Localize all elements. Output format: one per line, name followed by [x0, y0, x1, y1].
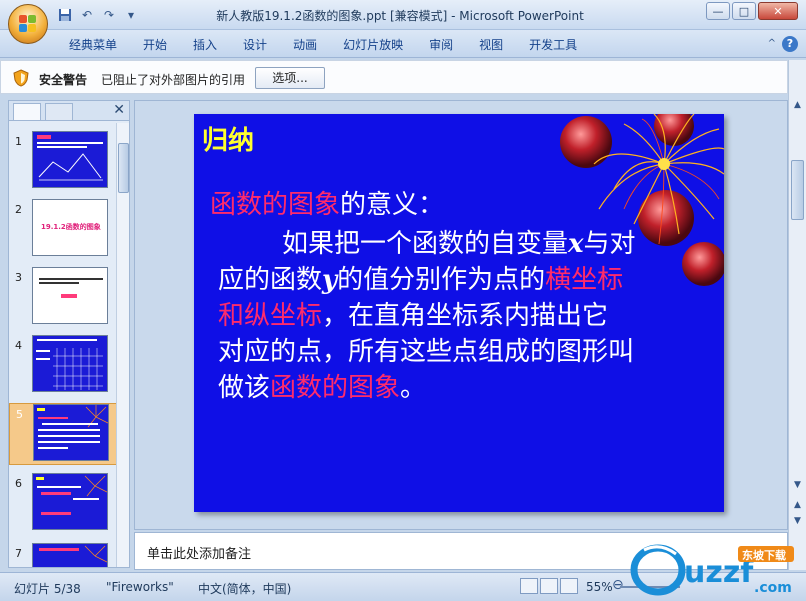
- slide-sorter-view-icon[interactable]: [540, 578, 558, 594]
- tab-view[interactable]: 视图: [466, 36, 516, 54]
- shield-warning-icon: [13, 69, 29, 87]
- ribbon: 经典菜单 开始 插入 设计 动画 幻灯片放映 审阅 视图 开发工具 ^ ?: [0, 30, 806, 58]
- ribbon-minimize-icon[interactable]: ^: [768, 38, 776, 49]
- body-line-2: 应的函数y的值分别作为点的横坐标: [218, 265, 624, 295]
- normal-view-icon[interactable]: [520, 578, 538, 594]
- body-line-4: 对应的点，所有这些点组成的图形叫: [218, 337, 635, 367]
- next-slide-icon[interactable]: ▼: [791, 516, 804, 530]
- office-logo-icon: [19, 15, 37, 33]
- office-button[interactable]: [8, 4, 48, 44]
- thumbnail-scroll-thumb[interactable]: [118, 143, 129, 193]
- tab-slideshow[interactable]: 幻灯片放映: [330, 36, 416, 54]
- slide-thumbnail-7[interactable]: 7: [9, 543, 117, 567]
- slide-thumbnail-4[interactable]: 4: [9, 335, 117, 397]
- tab-animations[interactable]: 动画: [280, 36, 330, 54]
- zoom-out-icon[interactable]: ⊖: [612, 577, 624, 593]
- scroll-down-icon[interactable]: ▼: [791, 480, 804, 494]
- minimize-button[interactable]: —: [706, 2, 730, 20]
- redo-icon[interactable]: ↷: [100, 7, 118, 23]
- save-icon[interactable]: [56, 7, 74, 23]
- body-line-3: 和纵坐标，在直角坐标系内描出它: [218, 301, 609, 331]
- slide-subtitle: 函数的图象的意义：: [210, 190, 445, 220]
- slide-body-text: 如果把一个函数的自变量x与对 应的函数y的值分别作为点的横坐标 和纵坐标，在直角…: [218, 226, 718, 406]
- quick-access-toolbar: ↶ ↷ ▾: [56, 6, 140, 24]
- panel-close-icon[interactable]: ✕: [113, 102, 125, 118]
- close-button[interactable]: ✕: [758, 2, 798, 20]
- slide-thumbnail-2[interactable]: 2 19.1.2函数的图象: [9, 199, 117, 261]
- security-warning-bar: 安全警告 已阻止了对外部图片的引用 选项...: [0, 60, 788, 94]
- svg-text:.com: .com: [754, 580, 792, 596]
- tab-design[interactable]: 设计: [230, 36, 280, 54]
- svg-text:东坡下载: 东坡下载: [742, 548, 786, 562]
- customize-qat-icon[interactable]: ▾: [122, 7, 140, 23]
- undo-icon[interactable]: ↶: [78, 7, 96, 23]
- site-watermark-logo: uzzf 东坡下载 .com: [630, 544, 794, 596]
- slide-title: 归纳: [202, 126, 255, 156]
- scroll-up-icon[interactable]: ▲: [791, 100, 804, 114]
- security-warning-title: 安全警告: [39, 73, 88, 87]
- slide-counter: 幻灯片 5/38: [14, 582, 81, 596]
- maximize-button[interactable]: □: [732, 2, 756, 20]
- tab-slides[interactable]: [13, 103, 41, 120]
- security-warning-message: 已阻止了对外部图片的引用: [101, 73, 246, 87]
- slideshow-view-icon[interactable]: [560, 578, 578, 594]
- slide-thumbnail-6[interactable]: 6: [9, 473, 117, 535]
- slide-scroll-thumb[interactable]: [791, 160, 804, 220]
- tab-outline[interactable]: [45, 103, 73, 120]
- body-line-5: 做该函数的图象。: [218, 373, 427, 403]
- tab-developer[interactable]: 开发工具: [516, 36, 590, 54]
- zoom-level[interactable]: 55%: [586, 580, 613, 594]
- slide-thumbnails: 1 2 19.1.2函数的图象 3 4 5 6 7: [9, 123, 117, 567]
- thumbnail-scrollbar[interactable]: [116, 123, 129, 567]
- notes-placeholder: 单击此处添加备注: [147, 547, 252, 562]
- current-slide[interactable]: 归纳 函数的图象的意义： 如果把一个函数的自变量x与对 应的函数y的值分别作为点…: [194, 114, 724, 512]
- title-bar: ↶ ↷ ▾ 新人教版19.1.2函数的图象.ppt [兼容模式] - Micro…: [0, 0, 806, 30]
- tab-insert[interactable]: 插入: [180, 36, 230, 54]
- window-title: 新人教版19.1.2函数的图象.ppt [兼容模式] - Microsoft P…: [216, 9, 584, 23]
- slides-panel: ✕ 1 2 19.1.2函数的图象 3 4 5 6 7: [8, 100, 130, 568]
- slide-thumbnail-5[interactable]: 5: [9, 403, 117, 465]
- body-line-1: 如果把一个函数的自变量x与对: [282, 229, 636, 259]
- slide-scrollbar[interactable]: ▲ ▼ ▲ ▼: [788, 60, 806, 570]
- previous-slide-icon[interactable]: ▲: [791, 500, 804, 514]
- language-indicator[interactable]: 中文(简体，中国): [198, 580, 291, 597]
- tab-home[interactable]: 开始: [130, 36, 180, 54]
- tab-review[interactable]: 审阅: [416, 36, 466, 54]
- slide-thumbnail-3[interactable]: 3: [9, 267, 117, 329]
- tab-classic-menu[interactable]: 经典菜单: [56, 36, 130, 54]
- options-button[interactable]: 选项...: [255, 67, 325, 89]
- help-icon[interactable]: ?: [782, 36, 798, 52]
- theme-name: "Fireworks": [106, 580, 174, 594]
- slide-thumbnail-1[interactable]: 1: [9, 131, 117, 193]
